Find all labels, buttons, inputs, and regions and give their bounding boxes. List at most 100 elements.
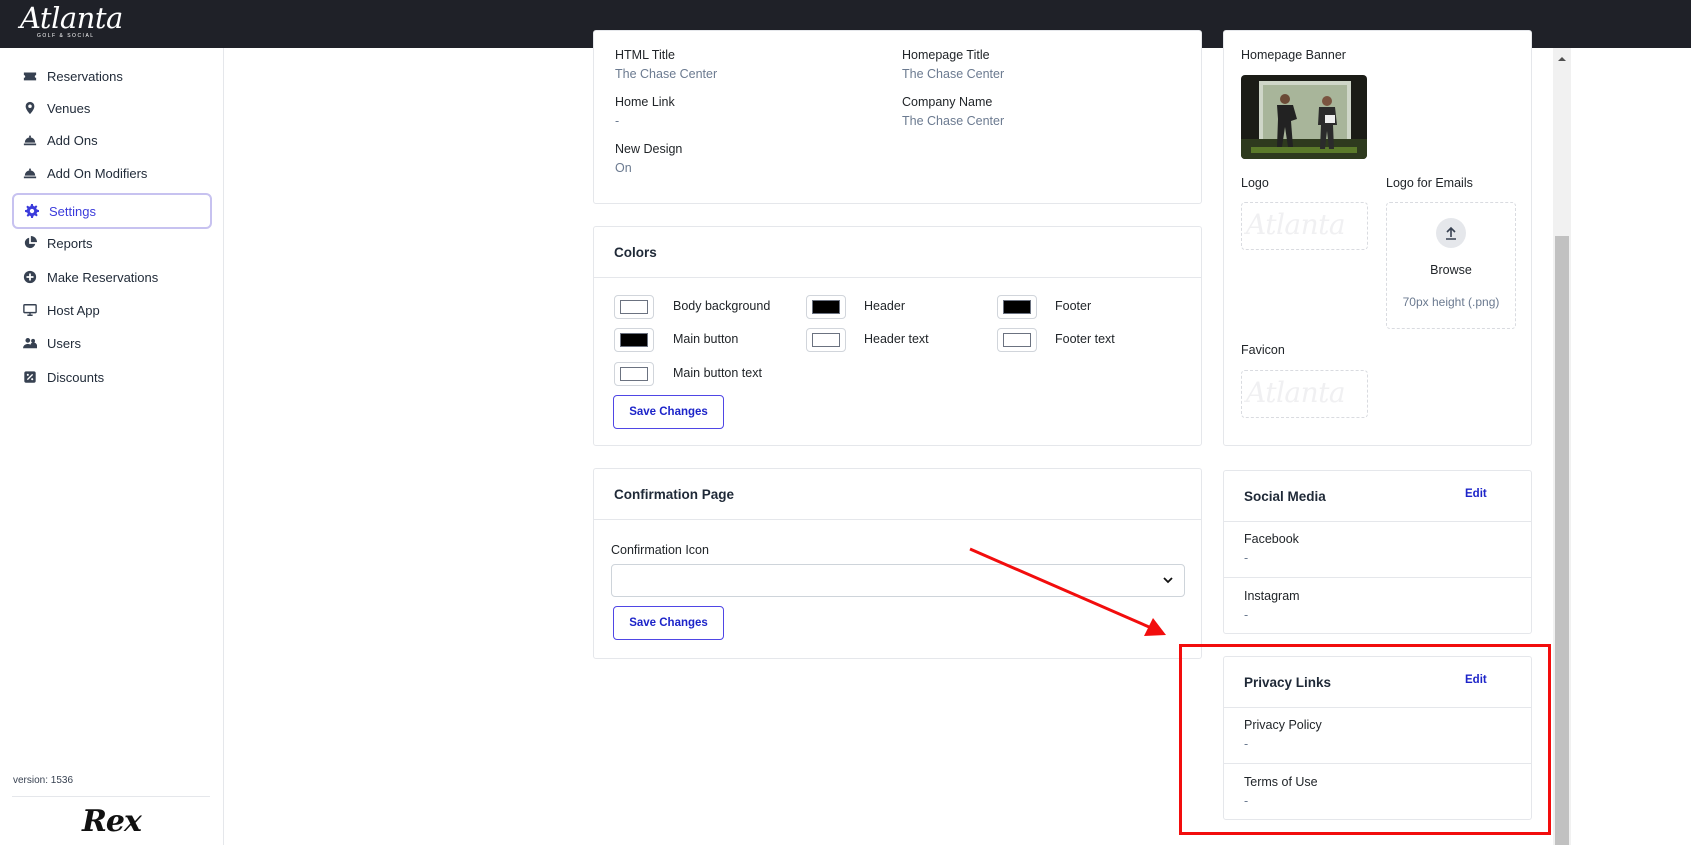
plus-circle-icon	[22, 269, 38, 285]
html-title-label: HTML Title	[615, 48, 675, 62]
swatch-fill	[812, 333, 840, 347]
card-divider	[594, 277, 1201, 278]
color-swatch-main-button-text[interactable]	[614, 362, 654, 386]
swatch-fill	[1003, 300, 1031, 314]
social-media-title: Social Media	[1244, 489, 1326, 504]
company-name-value: The Chase Center	[902, 114, 1005, 128]
sidebar-item-label: Venues	[47, 100, 91, 116]
home-link-label: Home Link	[615, 95, 675, 109]
colors-save-button[interactable]: Save Changes	[613, 395, 724, 429]
new-design-value: On	[615, 161, 632, 175]
swatch-fill	[620, 367, 648, 381]
sidebar-item-host-app[interactable]: Host App	[12, 293, 212, 327]
color-swatch-body-background[interactable]	[614, 295, 654, 319]
users-icon	[22, 335, 38, 351]
sidebar-item-users[interactable]: Users	[12, 326, 212, 360]
facebook-value: -	[1244, 551, 1249, 565]
confirmation-title: Confirmation Page	[614, 487, 735, 502]
homepage-banner-image[interactable]	[1241, 75, 1367, 159]
ticket-icon	[22, 68, 38, 84]
instagram-label: Instagram	[1244, 589, 1300, 603]
logo-upload[interactable]: Atlanta	[1241, 202, 1368, 250]
upload-icon	[1436, 218, 1466, 248]
swatch-fill	[620, 300, 648, 314]
color-swatch-footer-text[interactable]	[997, 328, 1037, 352]
sidebar-item-reports[interactable]: Reports	[12, 226, 212, 260]
colors-title: Colors	[614, 245, 657, 260]
sidebar-item-label: Add Ons	[47, 132, 98, 148]
color-label-header-text: Header text	[864, 332, 929, 346]
sidebar-item-label: Settings	[49, 203, 96, 219]
sidebar-item-venues[interactable]: Venues	[12, 91, 212, 125]
favicon-upload[interactable]: Atlanta	[1241, 370, 1368, 418]
brand-name: Atlanta	[20, 1, 123, 35]
monitor-icon	[22, 302, 38, 318]
logo-label: Logo	[1241, 176, 1269, 190]
homepage-banner-label: Homepage Banner	[1241, 48, 1346, 62]
scroll-up-arrow-icon[interactable]	[1556, 53, 1568, 65]
sidebar-item-add-on-modifiers[interactable]: Add On Modifiers	[12, 156, 212, 190]
favicon-preview: Atlanta	[1246, 376, 1346, 409]
logo-preview: Atlanta	[1246, 208, 1346, 241]
swatch-fill	[812, 300, 840, 314]
color-label-footer: Footer	[1055, 299, 1092, 313]
homepage-title-value: The Chase Center	[902, 67, 1005, 81]
scrollbar-thumb[interactable]	[1555, 236, 1569, 845]
general-settings-card: HTML Title The Chase Center Homepage Tit…	[593, 30, 1202, 204]
new-design-label: New Design	[615, 142, 683, 156]
pie-chart-icon	[22, 235, 38, 251]
card-divider	[594, 519, 1201, 520]
sidebar-item-label: Discounts	[47, 369, 105, 385]
gear-icon	[24, 203, 40, 219]
swatch-fill	[620, 333, 648, 347]
sidebar-item-make-reservations[interactable]: Make Reservations	[12, 260, 212, 294]
images-card: Homepage Banner Logo Atlanta Logo for Em…	[1223, 30, 1532, 446]
browse-label: Browse	[1430, 263, 1472, 277]
favicon-label: Favicon	[1241, 343, 1285, 357]
annotation-arrow-icon	[969, 547, 1166, 636]
sidebar-item-add-ons[interactable]: Add Ons	[12, 123, 212, 157]
colors-card: Colors Body background Header Footer Mai…	[593, 226, 1202, 446]
sidebar-item-discounts[interactable]: Discounts	[12, 360, 212, 394]
color-label-main-button: Main button	[673, 332, 739, 346]
sidebar-item-label: Reports	[47, 235, 93, 251]
color-label-header: Header	[864, 299, 905, 313]
sidebar-item-label: Users	[47, 335, 81, 351]
map-pin-icon	[22, 100, 38, 116]
html-title-value: The Chase Center	[615, 67, 718, 81]
color-swatch-header[interactable]	[806, 295, 846, 319]
color-swatch-header-text[interactable]	[806, 328, 846, 352]
sidebar-divider	[12, 796, 210, 797]
social-media-edit-link[interactable]: Edit	[1465, 488, 1487, 500]
instagram-value: -	[1244, 608, 1249, 622]
logo-for-emails-upload[interactable]: Browse 70px height (.png)	[1386, 202, 1516, 329]
color-swatch-main-button[interactable]	[614, 328, 654, 352]
sidebar-item-label: Add On Modifiers	[47, 165, 148, 181]
confirmation-icon-label: Confirmation Icon	[611, 543, 709, 557]
social-media-card: Social Media Edit Facebook - Instagram -	[1223, 470, 1532, 634]
company-name-label: Company Name	[902, 95, 993, 109]
color-label-body-background: Body background	[673, 299, 771, 313]
swatch-fill	[1003, 333, 1031, 347]
sidebar-item-label: Make Reservations	[47, 269, 159, 285]
brand-logo[interactable]: Atlanta GOLF & SOCIAL	[20, 1, 123, 39]
annotation-highlight-box	[1179, 644, 1551, 835]
food-tray-icon	[22, 132, 38, 148]
card-divider	[1224, 577, 1531, 578]
browse-hint: 70px height (.png)	[1402, 295, 1500, 309]
facebook-label: Facebook	[1244, 532, 1299, 546]
color-swatch-footer[interactable]	[997, 295, 1037, 319]
card-divider	[1224, 521, 1531, 522]
sidebar-item-settings[interactable]: Settings	[12, 193, 212, 229]
food-tray-icon	[22, 165, 38, 181]
sidebar-item-label: Host App	[47, 302, 100, 318]
color-label-main-button-text: Main button text	[673, 366, 762, 380]
sidebar-item-reservations[interactable]: Reservations	[12, 59, 212, 93]
color-label-footer-text: Footer text	[1055, 332, 1115, 346]
homepage-title-label: Homepage Title	[902, 48, 990, 62]
rex-logo: Rex	[82, 804, 142, 839]
brand-tagline: GOLF & SOCIAL	[37, 33, 95, 39]
confirmation-save-button[interactable]: Save Changes	[613, 606, 724, 640]
sidebar-item-label: Reservations	[47, 68, 123, 84]
percent-tag-icon	[22, 369, 38, 385]
